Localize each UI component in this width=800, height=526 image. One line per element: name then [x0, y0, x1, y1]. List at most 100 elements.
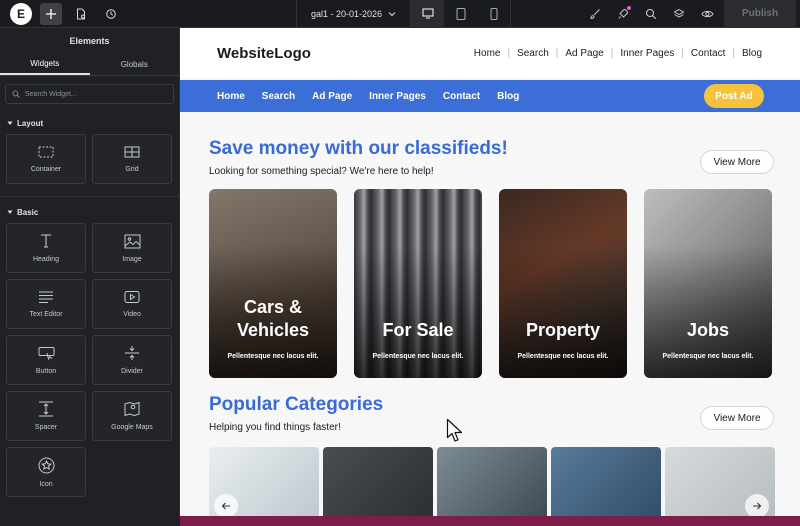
caret-down-icon [7, 121, 13, 125]
preview-button[interactable] [696, 3, 718, 25]
widget-text-editor[interactable]: Text Editor [6, 279, 86, 329]
widget-video[interactable]: Video [92, 279, 172, 329]
widget-label: Video [123, 311, 141, 318]
card-title: Jobs [686, 320, 729, 340]
widget-button[interactable]: Button [6, 335, 86, 385]
desktop-icon [422, 8, 434, 19]
secondary-nav-bar: Home Search Ad Page Inner Pages Contact … [180, 80, 800, 112]
add-element-button[interactable] [40, 2, 62, 25]
finder-button[interactable] [640, 3, 662, 25]
carousel-item[interactable] [551, 447, 661, 526]
widget-divider[interactable]: Divider [92, 335, 172, 385]
widget-spacer[interactable]: Spacer [6, 391, 86, 441]
search-placeholder: Search Widget... [25, 90, 77, 98]
text-editor-icon [39, 291, 53, 303]
popular-carousel [209, 447, 775, 526]
widget-label: Divider [121, 368, 143, 375]
nav-separator: | [681, 47, 684, 59]
structure-button[interactable] [668, 3, 690, 25]
card-for-sale[interactable]: For Sale Pellentesque nec lacus elit. [354, 189, 482, 378]
device-desktop-button[interactable] [411, 0, 445, 28]
nav-search[interactable]: Search [517, 48, 549, 59]
nav-separator: | [507, 47, 511, 59]
bar-nav-blog[interactable]: Blog [497, 91, 519, 102]
document-title: gal1 - 20-01-2026 [311, 8, 383, 19]
widget-label: Text Editor [29, 311, 63, 318]
chevron-down-icon [388, 11, 396, 16]
nav-home[interactable]: Home [474, 48, 501, 59]
carousel-item[interactable] [323, 447, 433, 526]
heading-icon [41, 234, 51, 248]
carousel-item[interactable] [437, 447, 547, 526]
mobile-icon [490, 7, 498, 20]
topbar-right: Publish [584, 0, 800, 28]
device-mobile-button[interactable] [477, 0, 510, 28]
site-logo[interactable]: WebsiteLogo [217, 45, 311, 62]
section-basic-label: Basic [17, 207, 39, 217]
card-property[interactable]: Property Pellentesque nec lacus elit. [499, 189, 627, 378]
elementor-logo[interactable]: E [10, 2, 32, 25]
arrow-right-icon [753, 502, 762, 510]
widget-label: Grid [125, 166, 139, 173]
popular-title: Popular Categories [209, 394, 384, 415]
document-title-dropdown[interactable]: gal1 - 20-01-2026 [296, 0, 412, 28]
publish-button[interactable]: Publish [724, 0, 796, 28]
widget-label: Image [122, 255, 142, 263]
star-icon [38, 457, 54, 473]
nav-separator: | [610, 47, 614, 59]
card-jobs[interactable]: Jobs Pellentesque nec lacus elit. [644, 189, 772, 378]
preview-canvas: WebsiteLogo Home | Search | Ad Page | Inner… [180, 28, 800, 526]
nav-separator: | [555, 47, 559, 59]
widget-image[interactable]: Image [92, 223, 172, 273]
bar-nav-contact[interactable]: Contact [443, 91, 480, 102]
map-icon [124, 401, 140, 417]
spacer-icon [39, 401, 53, 417]
nav-contact[interactable]: Contact [691, 48, 725, 59]
device-tablet-button[interactable] [444, 0, 477, 28]
carousel-next-button[interactable] [745, 494, 769, 518]
bar-nav-ad-page[interactable]: Ad Page [312, 91, 352, 102]
carousel-prev-button[interactable] [214, 494, 238, 518]
widget-label: Spacer [34, 424, 58, 431]
card-title: Cars & Vehicles [236, 297, 310, 340]
nav-ad-page[interactable]: Ad Page [565, 48, 603, 59]
page-settings-button[interactable] [70, 3, 92, 25]
hero-view-more-button[interactable]: View More [700, 150, 774, 174]
layout-widgets-grid: Container Grid [0, 134, 179, 184]
nav-blog[interactable]: Blog [742, 48, 762, 59]
tab-globals[interactable]: Globals [90, 54, 180, 75]
whats-new-button[interactable] [612, 3, 634, 25]
widget-label: Google Maps [111, 424, 153, 431]
search-widget-input[interactable]: Search Widget... [5, 84, 174, 104]
history-button[interactable] [100, 3, 122, 25]
hero-section: Save money with our classifieds! Looking… [209, 138, 774, 177]
site-settings-button[interactable] [584, 3, 606, 25]
site-header: WebsiteLogo Home | Search | Ad Page | Inner… [180, 28, 800, 78]
popular-view-more-button[interactable]: View More [700, 406, 774, 430]
panel-tabs: Widgets Globals [0, 54, 179, 76]
card-subtitle: Pellentesque nec lacus elit. [372, 353, 464, 360]
section-layout-header[interactable]: Layout [0, 112, 179, 134]
bar-nav-inner-pages[interactable]: Inner Pages [369, 91, 426, 102]
brush-icon [590, 8, 600, 19]
widget-grid[interactable]: Grid [92, 134, 172, 184]
mouse-cursor-icon [446, 418, 463, 442]
tab-widgets[interactable]: Widgets [0, 54, 90, 75]
bar-nav-home[interactable]: Home [217, 91, 245, 102]
widget-heading[interactable]: Heading [6, 223, 86, 273]
widget-google-maps[interactable]: Google Maps [92, 391, 172, 441]
widget-container[interactable]: Container [6, 134, 86, 184]
section-basic-header[interactable]: Basic [0, 201, 179, 223]
card-title: For Sale [382, 320, 454, 340]
caret-down-icon [7, 210, 13, 214]
container-icon [38, 146, 54, 158]
card-subtitle: Pellentesque nec lacus elit. [517, 353, 609, 360]
card-cars-vehicles[interactable]: Cars & Vehicles Pellentesque nec lacus e… [209, 189, 337, 378]
bar-nav-search[interactable]: Search [262, 91, 295, 102]
nav-inner-pages[interactable]: Inner Pages [620, 48, 674, 59]
topbar-left: E [0, 2, 296, 25]
widget-icon[interactable]: Icon [6, 447, 86, 497]
post-ad-button[interactable]: Post Ad [704, 84, 764, 108]
device-switcher [411, 0, 512, 28]
video-icon [124, 291, 140, 303]
